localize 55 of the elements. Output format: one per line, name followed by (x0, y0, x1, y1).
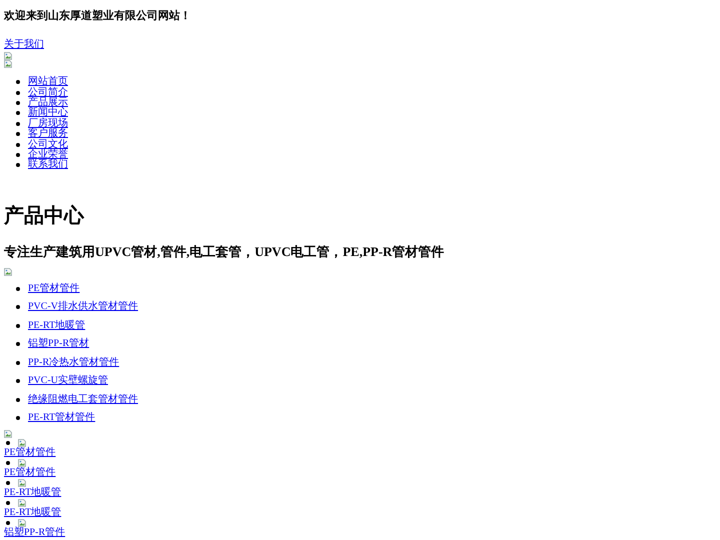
bullet-icon (16, 342, 20, 346)
category-link[interactable]: PVC-V排水供水管材管件 (28, 302, 138, 312)
category-link[interactable]: PE-RT地暖管 (28, 320, 86, 331)
nav-link[interactable]: 公司文化 (28, 140, 68, 150)
broken-image-icon (18, 438, 26, 447)
bullet-icon (16, 122, 20, 126)
broken-image-icon (18, 498, 26, 507)
category-link[interactable]: PE-RT管材管件 (28, 413, 96, 424)
bullet-icon (16, 286, 20, 291)
bullet-icon (16, 80, 20, 84)
nav-link[interactable]: 产品展示 (28, 98, 68, 108)
bullet-icon (6, 440, 10, 445)
bullet-icon (16, 111, 20, 116)
bullet-icon (16, 416, 20, 420)
nav-link[interactable]: 联系我们 (28, 160, 68, 170)
bullet-icon (16, 305, 20, 310)
bullet-icon (16, 163, 20, 168)
bullet-icon (16, 90, 20, 95)
broken-image-icon (4, 268, 12, 276)
bullet-icon (6, 460, 10, 465)
about-link[interactable]: 关于我们 (4, 40, 44, 50)
product-link[interactable]: PE管材管件 (4, 468, 56, 478)
bullet-icon (16, 132, 20, 136)
broken-image-icon (4, 430, 12, 438)
broken-image-icon (18, 478, 26, 487)
bullet-icon (6, 520, 10, 525)
broken-image-icon (18, 518, 26, 527)
bullet-icon (16, 398, 20, 402)
broken-image-icon (18, 458, 26, 467)
welcome-heading: 欢迎来到山东厚道塑业有限公司网站！ (4, 9, 192, 23)
category-link[interactable]: 铝塑PP-R管材 (28, 339, 90, 350)
bullet-icon (16, 379, 20, 384)
bullet-icon (6, 500, 10, 505)
category-link[interactable]: PP-R冷热水管材管件 (28, 358, 120, 368)
nav-link[interactable]: 企业荣誉 (28, 150, 68, 160)
bullet-icon (16, 100, 20, 105)
nav-link[interactable]: 新闻中心 (28, 108, 68, 118)
product-link[interactable]: PE-RT地暖管 (4, 508, 62, 518)
nav-link[interactable]: 客户服务 (28, 129, 68, 140)
bullet-icon (16, 142, 20, 147)
nav-link[interactable]: 厂房现场 (28, 118, 68, 129)
product-link[interactable]: 铝塑PP-R管件 (4, 528, 66, 538)
bullet-icon (16, 152, 20, 157)
category-link[interactable]: 绝缘阻燃电工套管材管件 (28, 394, 138, 405)
product-link[interactable]: PE管材管件 (4, 448, 56, 458)
bullet-icon (16, 324, 20, 328)
bullet-icon (6, 480, 10, 485)
nav-link[interactable]: 网站首页 (28, 77, 68, 88)
category-link[interactable]: PE管材管件 (28, 284, 80, 294)
category-link[interactable]: PVC-U实壁螺旋管 (28, 376, 108, 386)
product-link[interactable]: PE-RT地暖管 (4, 488, 62, 498)
bullet-icon (16, 360, 20, 365)
page-title: 产品中心 (4, 204, 86, 228)
nav-link[interactable]: 公司简介 (28, 88, 68, 98)
page-subtitle: 专注生产建筑用UPVC管材,管件,电工套管，UPVC电工管，PE,PP-R管材管件 (4, 244, 446, 260)
